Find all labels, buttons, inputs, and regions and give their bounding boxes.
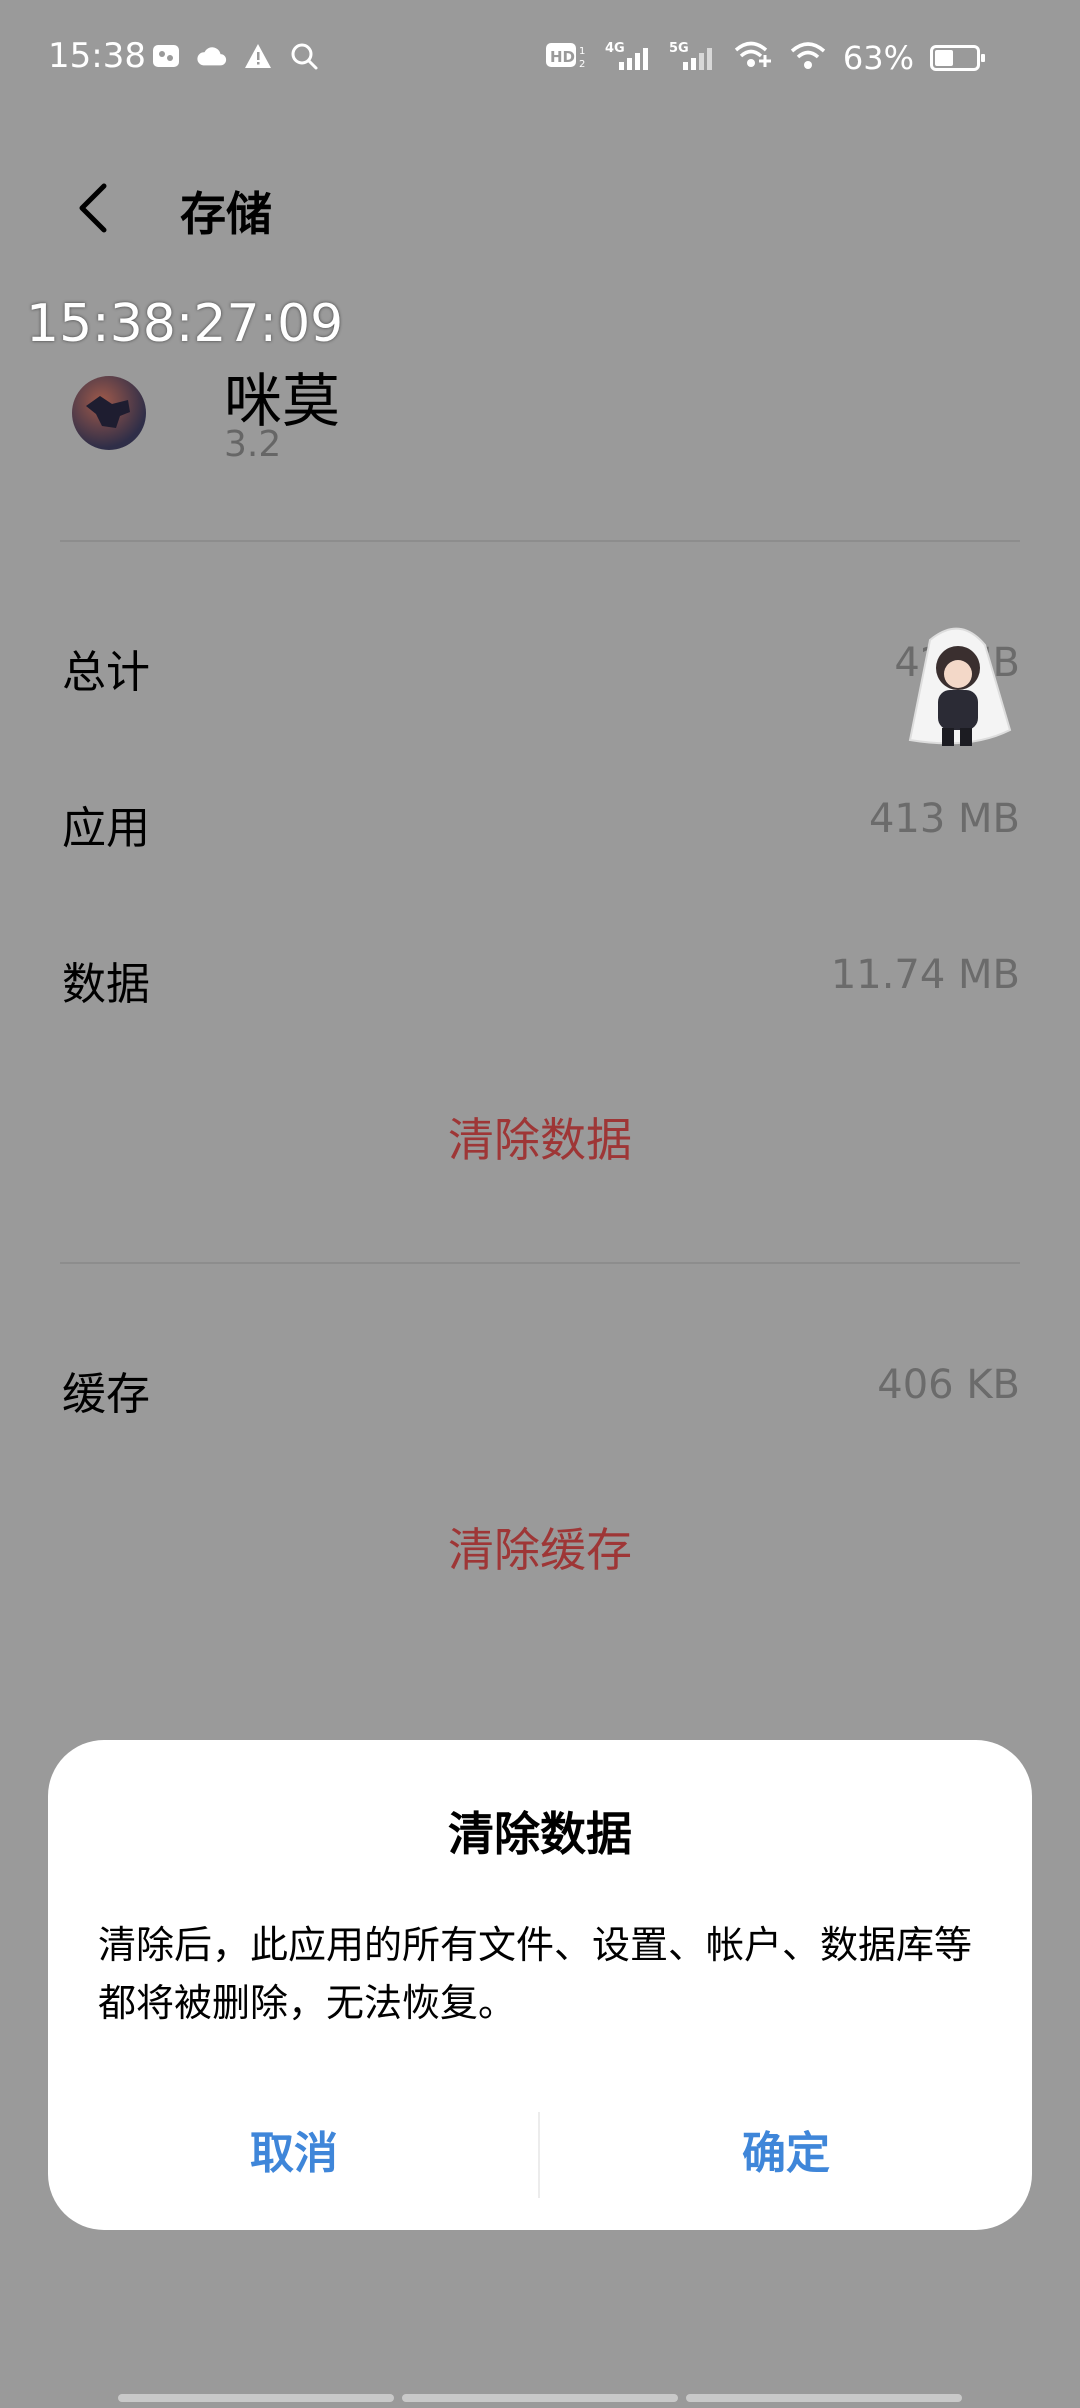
search-icon [288,40,320,72]
hd-icon: HD 1 2 [545,40,589,76]
app-size-value: 413 MB [868,796,1020,842]
divider [60,1262,1020,1264]
warning-icon [242,40,274,72]
total-label: 总计 [62,647,150,698]
cloud-icon [196,40,228,72]
wifi-hotspot-icon [733,39,773,77]
svg-text:4G: 4G [605,41,625,56]
nav-segment [402,2394,678,2402]
wifi-icon [789,39,827,77]
app-icon [72,376,146,450]
dialog-title: 清除数据 [448,1807,632,1861]
nav-segment [118,2394,394,2402]
status-icons-right: HD 1 2 4G 5G 63% [545,38,985,78]
data-size-label: 数据 [62,959,150,1010]
dialog-message: 清除后，此应用的所有文件、设置、帐户、数据库等都将被删除，无法恢复。 [98,1923,973,2025]
status-time: 15:38 [48,36,146,76]
navigation-handle[interactable] [118,2394,962,2402]
data-size-value: 11.74 MB [830,952,1020,998]
signal-5g-icon: 5G [669,38,717,78]
cancel-button[interactable]: 取消 [48,2106,540,2202]
timestamp-overlay: 15:38:27:09 [26,294,344,354]
sticker-image [900,620,1020,760]
svg-text:5G: 5G [669,41,689,56]
svg-text:1: 1 [579,46,585,57]
signal-4g-icon: 4G [605,38,653,78]
status-icons-left [150,40,320,72]
svg-text:2: 2 [579,59,585,70]
back-icon[interactable] [70,178,118,238]
page-title: 存储 [180,187,272,241]
cache-value: 406 KB [877,1362,1020,1408]
confirm-button[interactable]: 确定 [540,2106,1032,2202]
confirm-dialog: 清除数据 清除后，此应用的所有文件、设置、帐户、数据库等都将被删除，无法恢复。 … [48,1740,1032,2230]
clear-cache-button[interactable]: 清除缓存 [0,1514,1080,1580]
svg-text:HD: HD [550,48,575,66]
cache-label: 缓存 [62,1369,150,1420]
battery-percent: 63% [842,39,914,77]
gallery-icon [150,40,182,72]
app-version: 3.2 [224,424,282,465]
clear-data-button[interactable]: 清除数据 [0,1104,1080,1170]
battery-icon [930,45,985,71]
nav-segment [686,2394,962,2402]
divider [60,540,1020,542]
app-size-label: 应用 [62,803,150,854]
